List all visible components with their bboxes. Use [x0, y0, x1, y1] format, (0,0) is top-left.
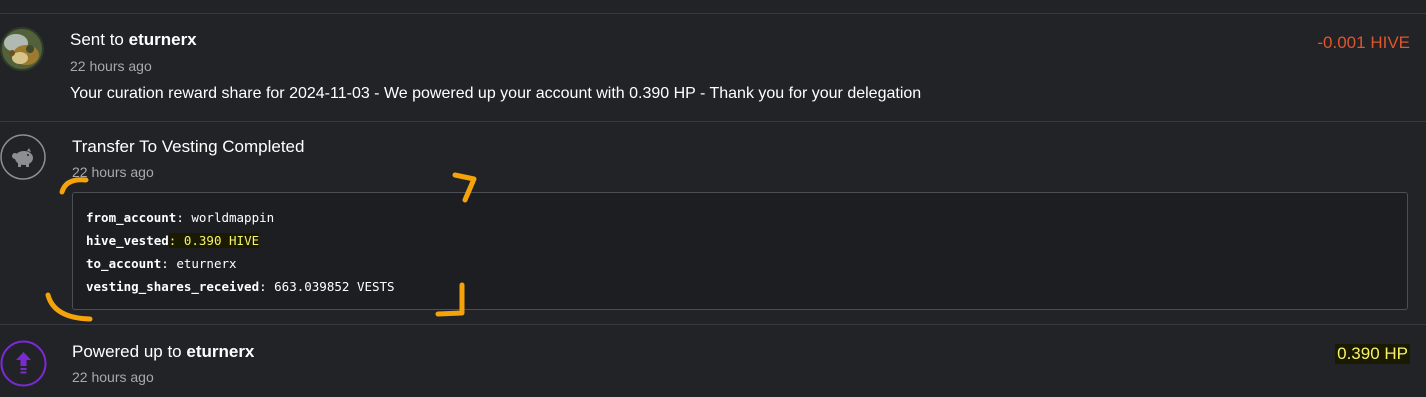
- divider: [0, 324, 1426, 325]
- annotation-brackets: [45, 172, 477, 322]
- timestamp: 22 hours ago: [72, 369, 154, 385]
- transaction-title: Powered up to eturnerx: [72, 342, 254, 362]
- title-text: Powered up to: [72, 342, 187, 361]
- recipient-link[interactable]: eturnerx: [186, 342, 254, 361]
- transaction-history: Sent to eturnerx 22 hours ago Your curat…: [0, 0, 1426, 397]
- power-up-arrow-icon: [0, 340, 47, 387]
- amount-value: 0.390 HP: [1335, 344, 1410, 364]
